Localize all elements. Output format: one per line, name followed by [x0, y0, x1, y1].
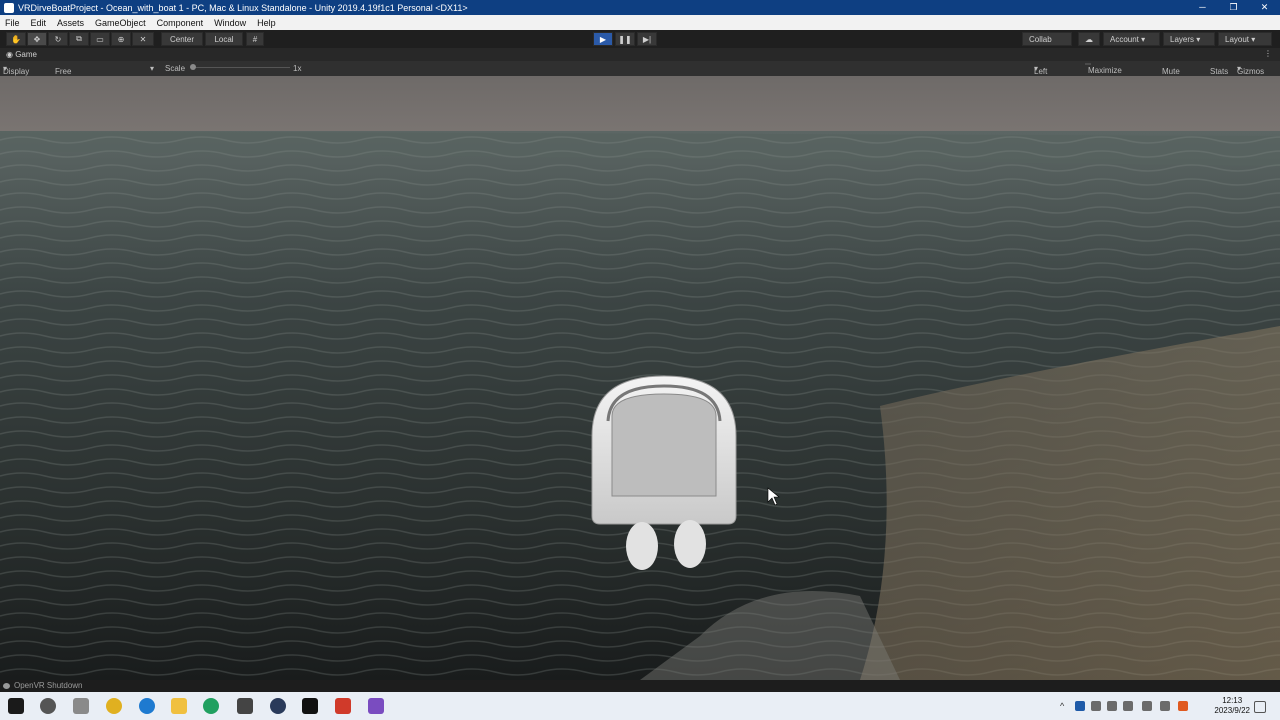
restore-button[interactable]: ❐ — [1218, 0, 1249, 15]
main-toolbar: ✋ ✥ ↻ ⧉ ▭ ⊕ ✕ Center Local # ▶ ❚❚ ▶| Col… — [0, 30, 1280, 48]
windows-taskbar: ^ 12:13 2023/9/22 — [0, 692, 1280, 720]
pause-button[interactable]: ❚❚ — [615, 32, 635, 46]
search-icon[interactable] — [40, 698, 56, 714]
defender-icon[interactable] — [1075, 701, 1085, 711]
window-controls: ─ ❐ ✕ — [1187, 0, 1280, 15]
network-icon[interactable] — [1107, 701, 1117, 711]
aspect-chevron-icon[interactable]: ▾ — [150, 64, 154, 73]
rect-tool-icon[interactable]: ▭ — [90, 32, 110, 46]
account-dropdown[interactable]: Account ▾ — [1103, 32, 1160, 46]
layout-dropdown[interactable]: Layout ▾ — [1218, 32, 1272, 46]
status-message[interactable]: OpenVR Shutdown — [14, 681, 83, 690]
collab-dropdown[interactable]: Collab — [1022, 32, 1072, 46]
pivot-local-label: Local — [214, 34, 234, 44]
minimize-button[interactable]: ─ — [1187, 0, 1218, 15]
unity-logo-icon — [4, 2, 14, 13]
system-clock[interactable]: 12:13 2023/9/22 — [1214, 696, 1250, 716]
pivot-local-button[interactable]: Local — [205, 32, 243, 46]
task-view-icon[interactable] — [73, 698, 89, 714]
menu-edit[interactable]: Edit — [26, 18, 53, 28]
rotate-tool-icon[interactable]: ↻ — [48, 32, 68, 46]
collab-label: Collab — [1029, 34, 1052, 44]
play-button[interactable]: ▶ — [593, 32, 613, 46]
steam-icon[interactable] — [270, 698, 286, 714]
wps-icon[interactable] — [335, 698, 351, 714]
wps-tray-icon[interactable] — [1178, 701, 1188, 711]
eye-dropdown[interactable]: Left Eye ▾ — [1034, 64, 1048, 85]
tray-app-icon[interactable] — [1091, 701, 1101, 711]
info-icon — [3, 683, 10, 689]
layout-label: Layout — [1225, 34, 1250, 44]
scale-slider[interactable] — [190, 64, 290, 71]
menu-component[interactable]: Component — [152, 18, 210, 28]
scale-value: 1x — [293, 64, 302, 73]
clock-date: 2023/9/22 — [1214, 706, 1250, 715]
file-explorer-icon[interactable] — [171, 698, 187, 714]
account-label: Account — [1110, 34, 1139, 44]
tab-game-label: Game — [15, 50, 37, 59]
game-viewport[interactable] — [0, 76, 1280, 680]
tab-menu-icon[interactable]: ⋮ — [1264, 49, 1272, 58]
status-bar: OpenVR Shutdown — [0, 680, 1280, 692]
volume-icon[interactable] — [1123, 701, 1133, 711]
custom-tool-icon[interactable]: ✕ — [132, 32, 154, 46]
menu-file[interactable]: File — [0, 18, 26, 28]
game-view-toolbar: Display 1 ▾ Free Aspect ▾ Scale 1x Left … — [0, 61, 1280, 85]
move-tool-icon[interactable]: ✥ — [27, 32, 47, 46]
grid-snap-icon[interactable]: # — [246, 32, 264, 46]
tray-chevron-icon[interactable]: ^ — [1060, 701, 1070, 711]
edge-dev-icon[interactable] — [203, 698, 219, 714]
unity-editor-icon[interactable] — [302, 698, 318, 714]
scale-slider-track — [190, 67, 290, 68]
pivot-center-label: Center — [169, 34, 194, 44]
game-tab-bar: ◉ Game ⋮ — [0, 48, 1280, 61]
ocean-scene-image — [0, 76, 1280, 680]
notification-icon[interactable] — [1254, 701, 1266, 713]
menu-gameobject[interactable]: GameObject — [90, 18, 152, 28]
window-titlebar: VRDirveBoatProject - Ocean_with_boat 1 -… — [0, 0, 1280, 15]
stats-label: Stats — [1210, 67, 1229, 76]
menu-bar: File Edit Assets GameObject Component Wi… — [0, 15, 1280, 30]
edge-icon[interactable] — [139, 698, 155, 714]
scale-slider-handle[interactable] — [190, 64, 196, 70]
window-title: VRDirveBoatProject - Ocean_with_boat 1 -… — [18, 2, 468, 13]
layers-label: Layers — [1170, 34, 1195, 44]
tab-game[interactable]: ◉ Game — [6, 50, 37, 59]
ime-icon[interactable] — [1160, 701, 1170, 711]
pivot-center-button[interactable]: Center — [161, 32, 203, 46]
gizmos-label: Gizmos — [1237, 67, 1265, 76]
menu-window[interactable]: Window — [209, 18, 252, 28]
start-windows-icon[interactable] — [8, 698, 24, 714]
visual-studio-icon[interactable] — [368, 698, 384, 714]
close-button[interactable]: ✕ — [1249, 0, 1280, 15]
unity-hub-icon[interactable] — [237, 698, 253, 714]
display-dropdown[interactable]: Display 1 ▾ — [3, 64, 29, 85]
hand-tool-icon[interactable]: ✋ — [6, 32, 26, 46]
menu-assets[interactable]: Assets — [52, 18, 90, 28]
gizmos-dropdown[interactable]: Gizmos ▾ — [1237, 64, 1264, 76]
scale-label: Scale — [165, 64, 186, 73]
step-button[interactable]: ▶| — [637, 32, 657, 46]
scale-tool-icon[interactable]: ⧉ — [69, 32, 89, 46]
maximize-on-play-toggle[interactable]: Maximize On Play — [1085, 63, 1122, 84]
pen-icon[interactable] — [1142, 701, 1152, 711]
clock-time: 12:13 — [1222, 696, 1243, 705]
transform-tool-icon[interactable]: ⊕ — [111, 32, 131, 46]
chrome-icon[interactable] — [106, 698, 122, 714]
cloud-icon[interactable]: ☁ — [1078, 32, 1100, 46]
layers-dropdown[interactable]: Layers ▾ — [1163, 32, 1215, 46]
menu-help[interactable]: Help — [252, 18, 282, 28]
